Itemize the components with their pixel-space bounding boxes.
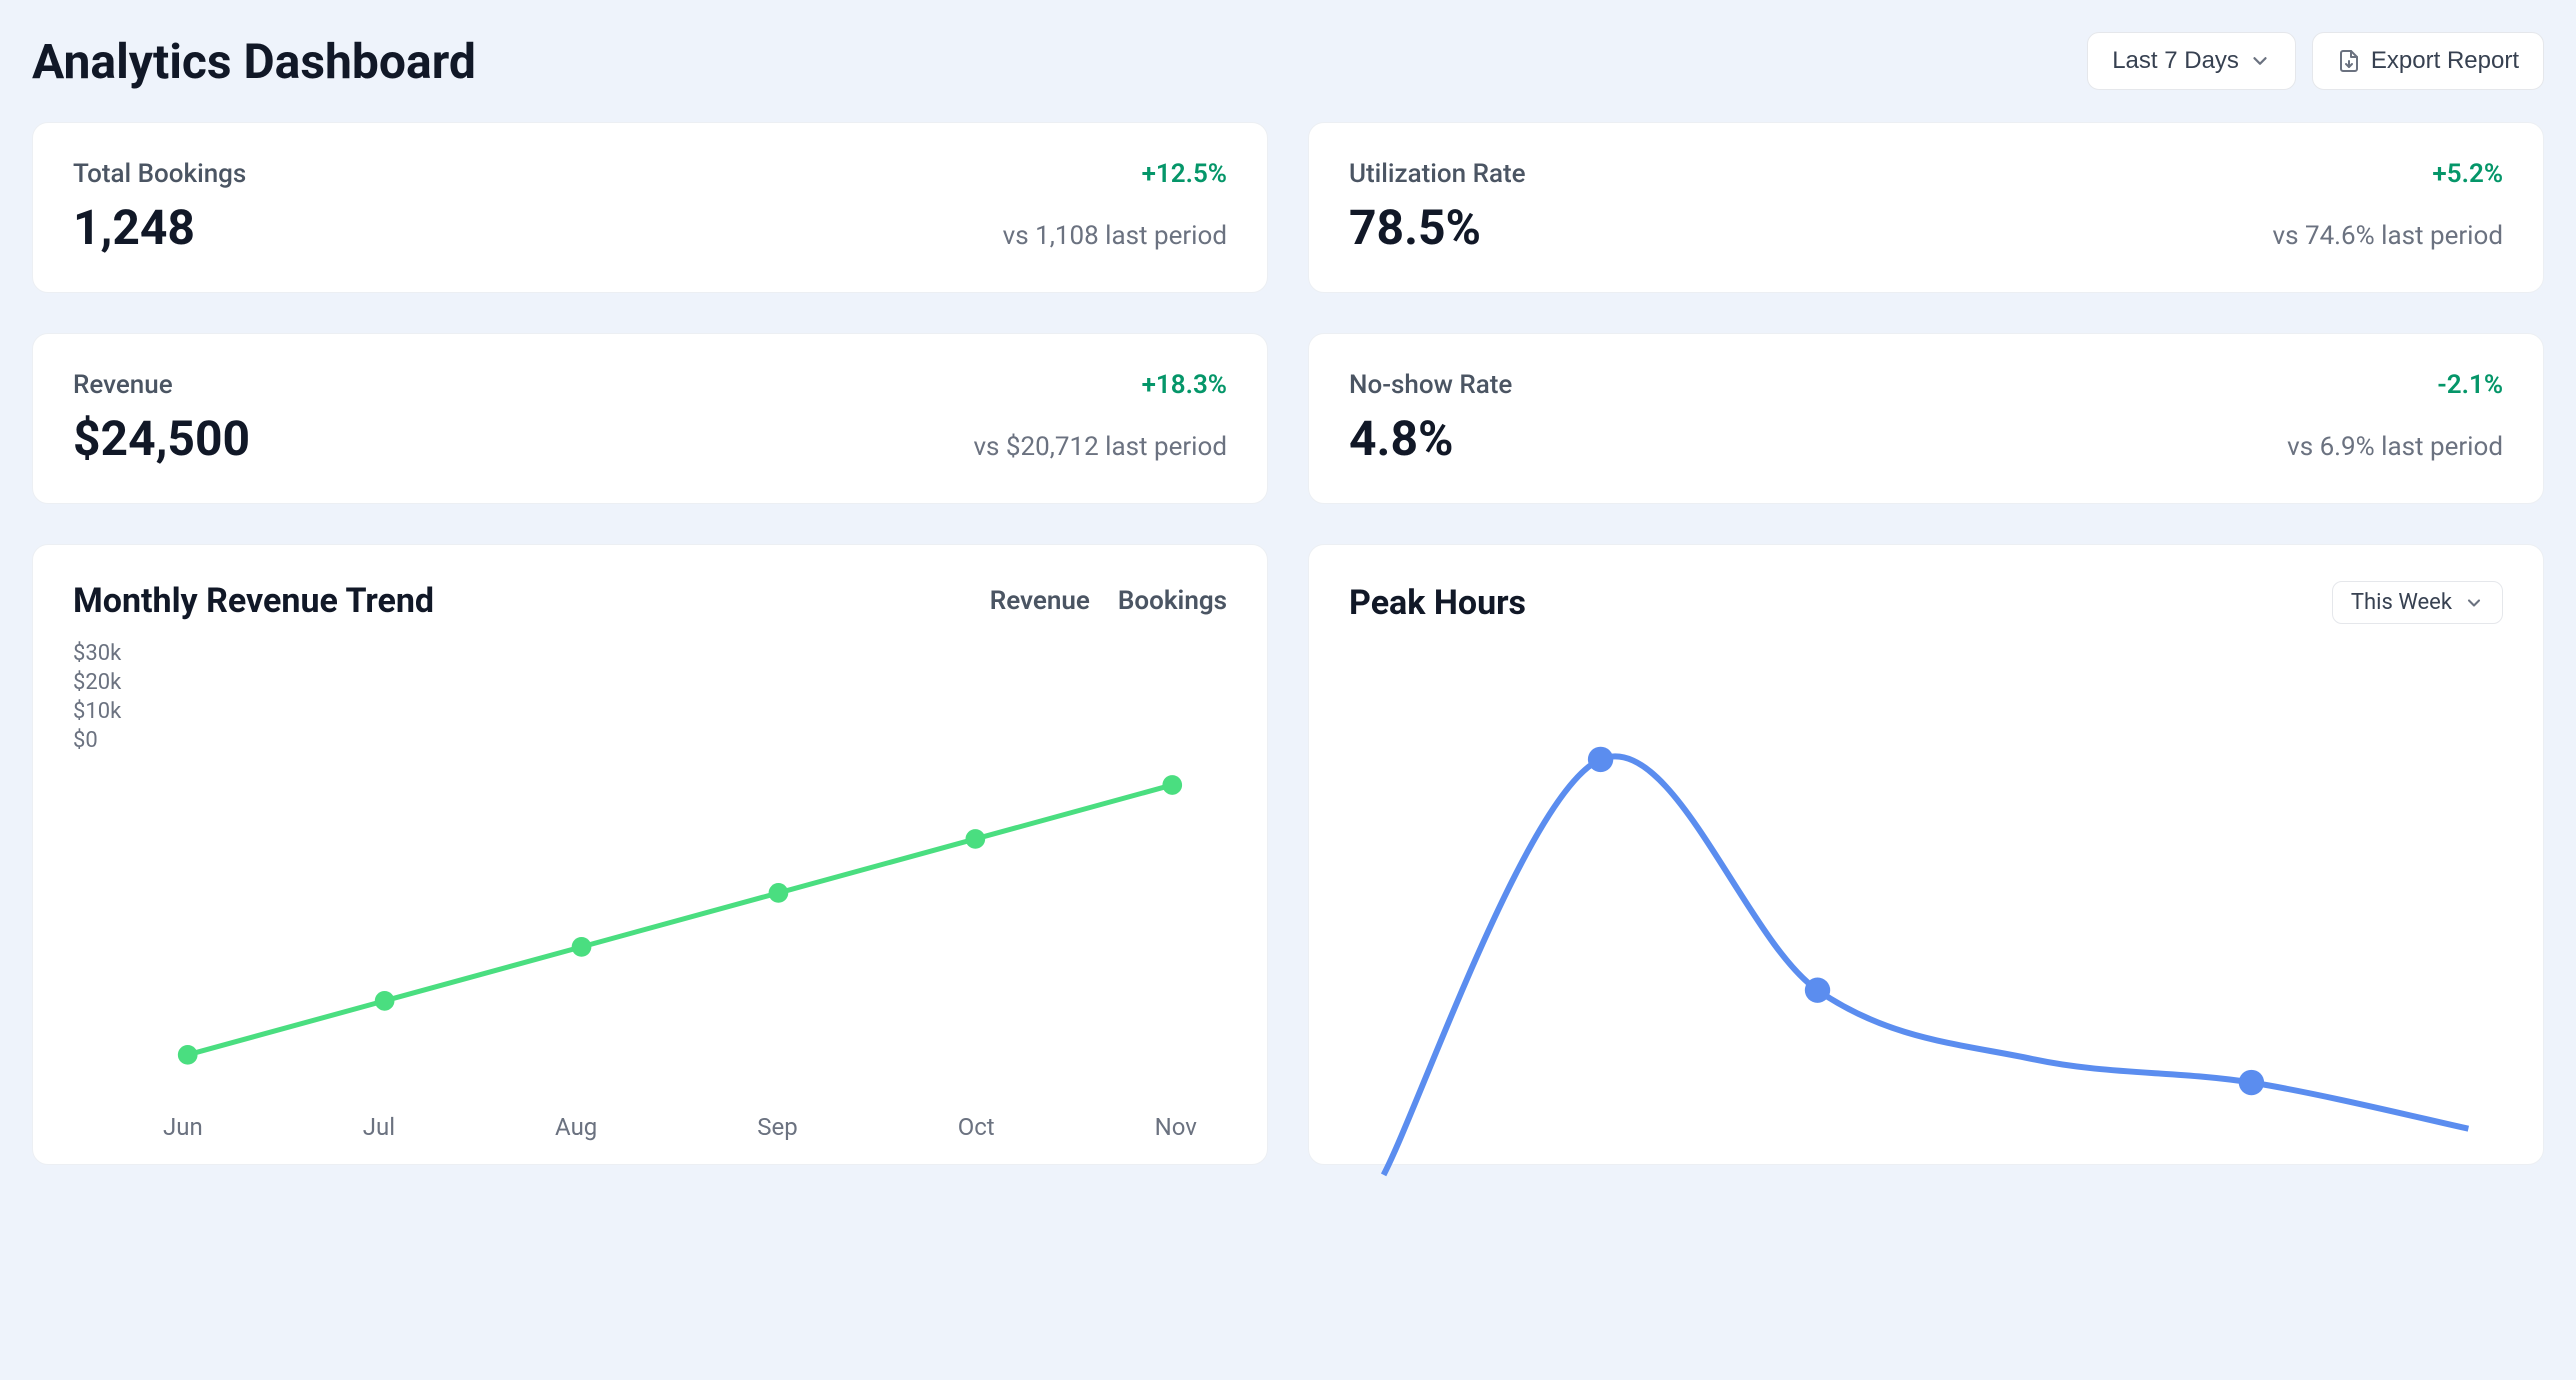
header-actions: Last 7 Days Export Report bbox=[2087, 32, 2544, 90]
stat-card-total-bookings: Total Bookings +12.5% 1,248 vs 1,108 las… bbox=[32, 122, 1268, 293]
stat-value: $24,500 bbox=[73, 410, 250, 467]
chart-tabs: Revenue Bookings bbox=[990, 586, 1227, 616]
y-axis-ticks: $30k $20k $10k $0 bbox=[73, 641, 121, 753]
x-label: Jun bbox=[163, 1113, 203, 1141]
stat-value: 78.5% bbox=[1349, 199, 1481, 256]
stat-delta: +12.5% bbox=[1142, 159, 1227, 189]
x-label: Nov bbox=[1155, 1113, 1197, 1141]
peak-range-label: This Week bbox=[2351, 590, 2452, 615]
stat-card-no-show-rate: No-show Rate -2.1% 4.8% vs 6.9% last per… bbox=[1308, 333, 2544, 504]
tab-bookings[interactable]: Bookings bbox=[1118, 586, 1227, 616]
stat-value: 4.8% bbox=[1349, 410, 1453, 467]
download-file-icon bbox=[2337, 49, 2361, 73]
stat-compare: vs 74.6% last period bbox=[2273, 221, 2504, 251]
y-tick: $0 bbox=[73, 728, 121, 753]
x-label: Jul bbox=[363, 1113, 395, 1141]
y-tick: $10k bbox=[73, 699, 121, 724]
stat-compare: vs $20,712 last period bbox=[973, 432, 1227, 462]
export-report-button[interactable]: Export Report bbox=[2312, 32, 2544, 90]
x-axis-labels: Jun Jul Aug Sep Oct Nov bbox=[133, 1113, 1227, 1141]
stat-delta: +18.3% bbox=[1142, 370, 1227, 400]
stat-delta: +5.2% bbox=[2432, 159, 2503, 189]
export-report-label: Export Report bbox=[2371, 47, 2519, 75]
stat-compare: vs 6.9% last period bbox=[2287, 432, 2503, 462]
chevron-down-icon bbox=[2249, 50, 2271, 72]
monthly-revenue-chart: $30k $20k $10k $0 Jun Jul Aug Sep Oct No… bbox=[73, 641, 1227, 1141]
stat-delta: -2.1% bbox=[2437, 370, 2503, 400]
peak-hours-chart bbox=[1349, 644, 2503, 1144]
stat-card-revenue: Revenue +18.3% $24,500 vs $20,712 last p… bbox=[32, 333, 1268, 504]
monthly-revenue-chart-card: Monthly Revenue Trend Revenue Bookings $… bbox=[32, 544, 1268, 1165]
stat-label: Revenue bbox=[73, 370, 173, 400]
date-range-select[interactable]: Last 7 Days bbox=[2087, 32, 2296, 90]
y-tick: $30k bbox=[73, 641, 121, 666]
peak-hours-chart-card: Peak Hours This Week bbox=[1308, 544, 2544, 1165]
stat-label: Utilization Rate bbox=[1349, 159, 1526, 189]
stat-compare: vs 1,108 last period bbox=[1003, 221, 1227, 251]
peak-line-svg bbox=[1349, 644, 2503, 1221]
chart-title: Peak Hours bbox=[1349, 583, 1526, 623]
stats-grid: Total Bookings +12.5% 1,248 vs 1,108 las… bbox=[32, 122, 2544, 504]
charts-row: Monthly Revenue Trend Revenue Bookings $… bbox=[32, 544, 2544, 1165]
monthly-line-svg bbox=[133, 731, 1227, 1136]
chart-title: Monthly Revenue Trend bbox=[73, 581, 434, 621]
stat-label: Total Bookings bbox=[73, 159, 246, 189]
stat-value: 1,248 bbox=[73, 199, 195, 256]
page-title: Analytics Dashboard bbox=[32, 33, 476, 90]
tab-revenue[interactable]: Revenue bbox=[990, 586, 1090, 616]
y-tick: $20k bbox=[73, 670, 121, 695]
x-label: Aug bbox=[555, 1113, 597, 1141]
x-label: Oct bbox=[958, 1113, 995, 1141]
stat-label: No-show Rate bbox=[1349, 370, 1512, 400]
date-range-label: Last 7 Days bbox=[2112, 47, 2239, 75]
stat-card-utilization-rate: Utilization Rate +5.2% 78.5% vs 74.6% la… bbox=[1308, 122, 2544, 293]
x-label: Sep bbox=[757, 1113, 797, 1141]
peak-range-select[interactable]: This Week bbox=[2332, 581, 2503, 624]
chevron-down-icon bbox=[2464, 593, 2484, 613]
